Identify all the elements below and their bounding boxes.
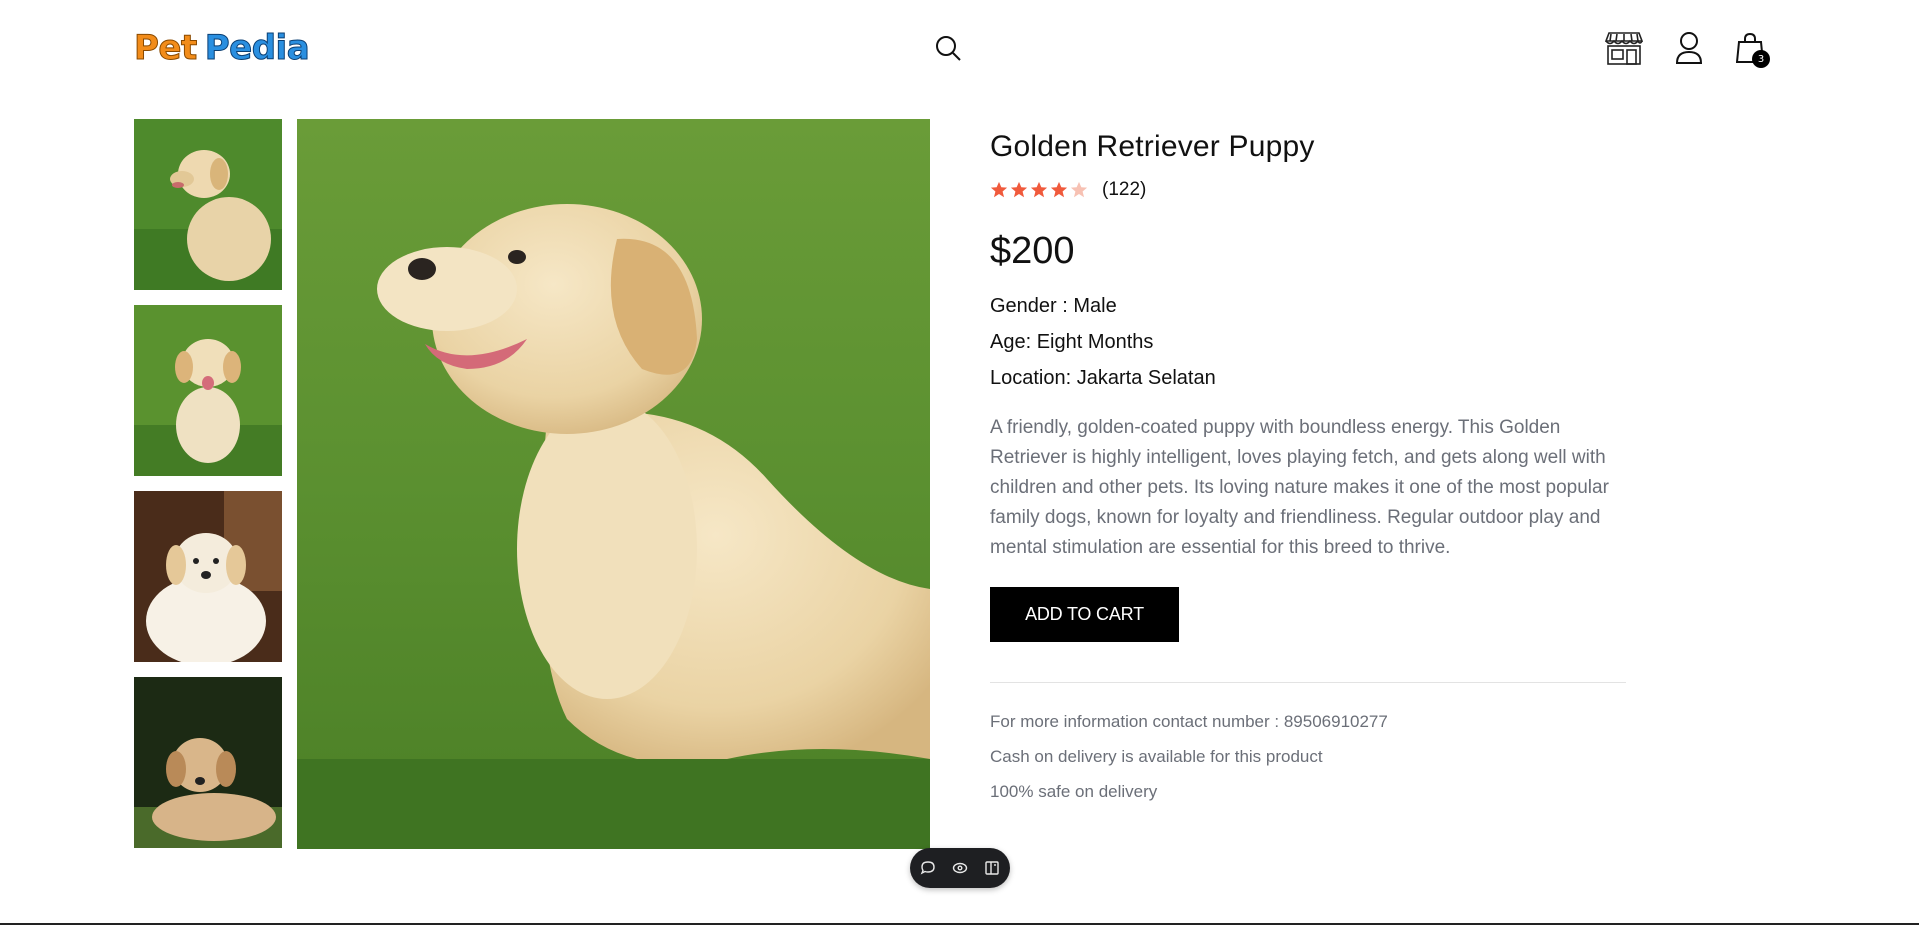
pet-pedia-logo[interactable]: Pet Pedia [134,26,311,70]
cod-info: Cash on delivery is available for this p… [990,747,1323,766]
product-price: $200 [990,230,1075,272]
product-location: Location: Jakarta Selatan [990,367,1216,389]
product-rating: (122) [990,179,1626,201]
store-icon[interactable] [1604,28,1644,68]
thumbnail-list [134,119,282,863]
add-to-cart-button[interactable]: ADD TO CART [990,587,1179,642]
search-icon[interactable] [930,30,966,66]
star-icon [1030,181,1048,198]
comment-icon[interactable] [918,858,938,878]
product-info: Golden Retriever Puppy (122) $200 Gender… [990,130,1626,800]
star-empty-icon [1070,181,1088,198]
review-count[interactable]: (122) [1102,179,1146,201]
thumbnail-3[interactable] [134,491,282,662]
panel-icon[interactable] [982,858,1002,878]
cart-count-badge: 3 [1752,50,1770,68]
contact-info: For more information contact number : 89… [990,712,1388,731]
site-header: Pet Pedia 3 [0,0,1919,98]
star-icon [1050,181,1068,198]
main-product-image[interactable] [297,119,930,849]
safe-delivery-info: 100% safe on delivery [990,782,1158,801]
rating-stars [990,181,1088,199]
user-icon[interactable] [1672,28,1706,68]
eye-icon[interactable] [950,858,970,878]
product-description: A friendly, golden-coated puppy with bou… [990,417,1609,558]
product-title: Golden Retriever Puppy [990,130,1315,163]
logo-part-1: Pet [134,28,198,69]
thumbnail-1[interactable] [134,119,282,290]
floating-toolbar [910,848,1010,888]
star-icon [990,181,1008,198]
shopping-bag-icon[interactable]: 3 [1732,28,1770,68]
divider [990,682,1626,683]
thumbnail-2[interactable] [134,305,282,476]
thumbnail-4[interactable] [134,677,282,848]
product-gender: Gender : Male [990,295,1117,317]
star-icon [1010,181,1028,198]
logo-part-2: Pedia [204,28,310,69]
product-age: Age: Eight Months [990,331,1154,353]
